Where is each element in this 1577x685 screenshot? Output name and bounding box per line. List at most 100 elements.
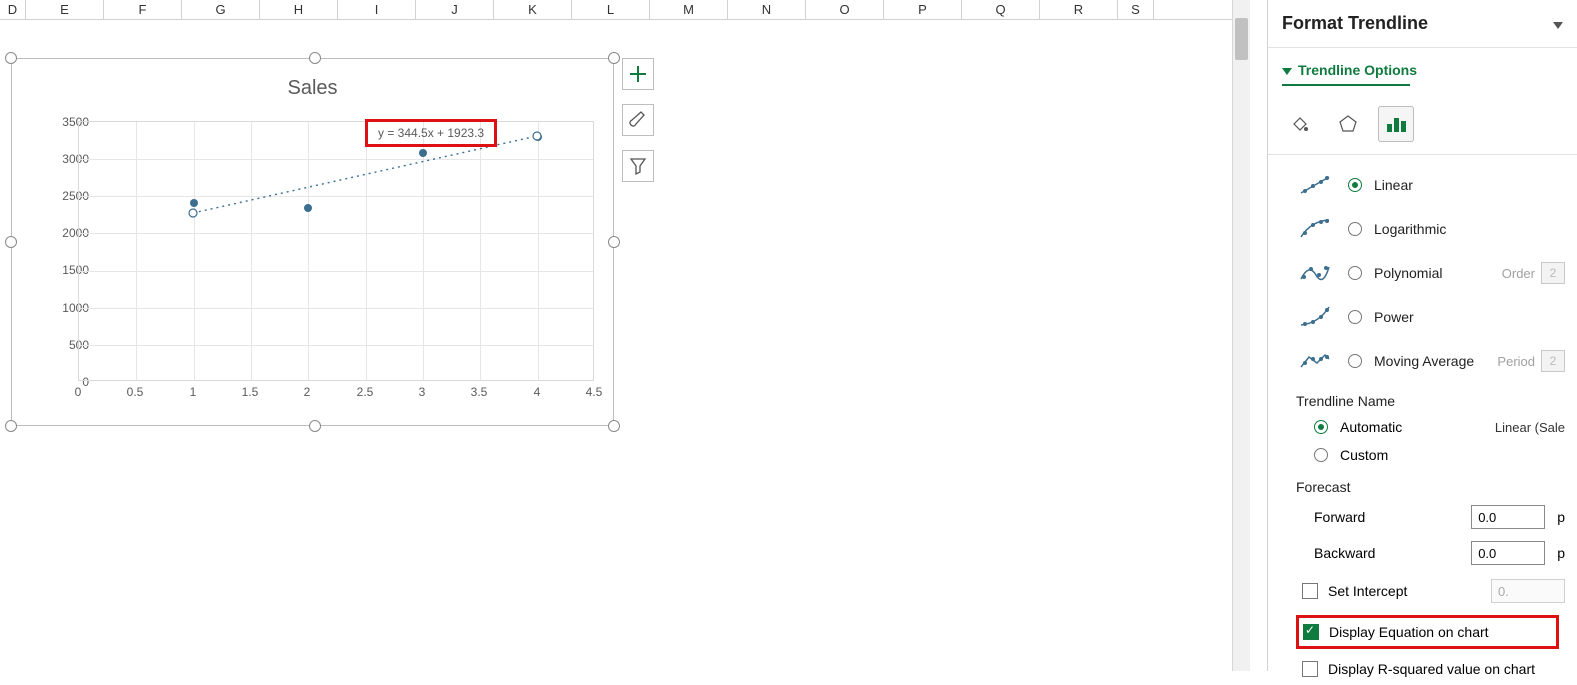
col-S-partial[interactable]: S	[1118, 0, 1154, 20]
scrollbar-thumb[interactable]	[1235, 18, 1248, 60]
x-tick: 2.5	[345, 385, 385, 399]
pane-tab-trendline-options[interactable]: Trendline Options	[1282, 62, 1417, 78]
column-headers[interactable]: D E F G H I J K L M N O P Q R S	[0, 0, 1232, 20]
pane-title: Format Trendline	[1282, 13, 1428, 34]
data-point[interactable]	[304, 204, 312, 212]
col-R[interactable]: R	[1040, 0, 1118, 20]
option-label: Custom	[1340, 447, 1388, 463]
data-point[interactable]	[190, 199, 198, 207]
col-L[interactable]: L	[572, 0, 650, 20]
chart-filters-button[interactable]	[622, 150, 654, 182]
forecast-backward-input[interactable]	[1471, 541, 1545, 565]
moving-avg-icon	[1296, 347, 1336, 375]
plus-icon	[629, 65, 647, 83]
moving-average-period-input	[1541, 350, 1565, 372]
forecast-section: Forecast	[1268, 469, 1577, 499]
trendline-name-automatic[interactable]: Automatic Linear (Sale	[1268, 413, 1577, 441]
trend-type-polynomial[interactable]: Polynomial Order	[1296, 251, 1577, 295]
resize-handle[interactable]	[608, 52, 620, 64]
trendline-equation-label[interactable]: y = 344.5x + 1923.3	[365, 119, 497, 147]
chart-object[interactable]: Sales 0 500 1000 1500 2000 2500 3000 350…	[11, 58, 614, 426]
format-trendline-pane: Format Trendline Trendline Options Lin	[1267, 0, 1577, 671]
x-tick: 4	[517, 385, 557, 399]
checkbox-icon	[1302, 583, 1318, 599]
trendline-name-custom[interactable]: Custom	[1268, 441, 1577, 469]
trendline-name-section: Trendline Name	[1268, 383, 1577, 413]
linear-trend-icon	[1296, 171, 1336, 199]
trend-type-power[interactable]: Power	[1296, 295, 1577, 339]
chevron-down-icon[interactable]	[1553, 22, 1563, 29]
sheet-vertical-scrollbar[interactable]	[1232, 0, 1250, 671]
option-label: Polynomial	[1374, 265, 1442, 281]
automatic-trendline-name-value: Linear (Sale	[1495, 420, 1565, 435]
col-F[interactable]: F	[104, 0, 182, 20]
set-intercept-checkbox[interactable]: Set Intercept	[1268, 571, 1577, 611]
resize-handle[interactable]	[5, 236, 17, 248]
polynomial-order-input	[1541, 262, 1565, 284]
x-tick: 0.5	[115, 385, 155, 399]
bar-chart-icon	[1385, 114, 1407, 134]
x-tick: 3.5	[459, 385, 499, 399]
checkbox-icon	[1302, 661, 1318, 677]
unit-label: p	[1557, 509, 1565, 525]
trend-type-moving-average[interactable]: Moving Average Period	[1296, 339, 1577, 383]
chart-title[interactable]: Sales	[12, 77, 613, 100]
data-point[interactable]	[419, 149, 427, 157]
col-D-partial[interactable]: D	[0, 0, 26, 20]
log-trend-icon	[1296, 215, 1336, 243]
trend-type-logarithmic[interactable]: Logarithmic	[1296, 207, 1577, 251]
resize-handle[interactable]	[5, 420, 17, 432]
radio-icon	[1314, 420, 1328, 434]
col-P[interactable]: P	[884, 0, 962, 20]
effects-tab-icon[interactable]	[1330, 106, 1366, 142]
col-I[interactable]: I	[338, 0, 416, 20]
option-label: Display R-squared value on chart	[1328, 661, 1535, 677]
period-label: Period	[1497, 354, 1535, 369]
resize-handle[interactable]	[309, 52, 321, 64]
trend-type-linear[interactable]: Linear	[1296, 163, 1577, 207]
pentagon-icon	[1338, 114, 1358, 134]
col-K[interactable]: K	[494, 0, 572, 20]
radio-icon	[1348, 310, 1362, 324]
fill-line-tab-icon[interactable]	[1282, 106, 1318, 142]
order-label: Order	[1502, 266, 1535, 281]
col-Q[interactable]: Q	[962, 0, 1040, 20]
radio-icon	[1348, 266, 1362, 280]
x-tick: 3	[402, 385, 442, 399]
brush-icon	[628, 110, 648, 130]
set-intercept-input	[1491, 579, 1565, 603]
option-label: Logarithmic	[1374, 221, 1446, 237]
col-M[interactable]: M	[650, 0, 728, 20]
col-E[interactable]: E	[26, 0, 104, 20]
col-O[interactable]: O	[806, 0, 884, 20]
x-tick: 1.5	[230, 385, 270, 399]
chart-styles-button[interactable]	[622, 104, 654, 136]
col-J[interactable]: J	[416, 0, 494, 20]
backward-label: Backward	[1314, 545, 1375, 561]
trendline-options-tab-icon[interactable]	[1378, 106, 1414, 142]
resize-handle[interactable]	[5, 52, 17, 64]
display-r-squared-checkbox[interactable]: Display R-squared value on chart	[1268, 653, 1577, 685]
resize-handle[interactable]	[608, 236, 620, 248]
data-point[interactable]	[534, 133, 542, 141]
paint-bucket-icon	[1290, 114, 1310, 134]
resize-handle[interactable]	[608, 420, 620, 432]
plot-area[interactable]	[78, 121, 594, 381]
radio-icon	[1314, 448, 1328, 462]
option-label: Moving Average	[1374, 353, 1474, 369]
power-trend-icon	[1296, 303, 1336, 331]
forward-label: Forward	[1314, 509, 1365, 525]
forecast-forward-input[interactable]	[1471, 505, 1545, 529]
col-N[interactable]: N	[728, 0, 806, 20]
option-label: Power	[1374, 309, 1414, 325]
option-label: Display Equation on chart	[1329, 624, 1489, 640]
poly-trend-icon	[1296, 259, 1336, 287]
col-G[interactable]: G	[182, 0, 260, 20]
radio-icon	[1348, 178, 1362, 192]
resize-handle[interactable]	[309, 420, 321, 432]
col-H[interactable]: H	[260, 0, 338, 20]
x-tick: 1	[173, 385, 213, 399]
display-equation-checkbox[interactable]: Display Equation on chart	[1303, 622, 1550, 642]
chart-elements-button[interactable]	[622, 58, 654, 90]
unit-label: p	[1557, 545, 1565, 561]
